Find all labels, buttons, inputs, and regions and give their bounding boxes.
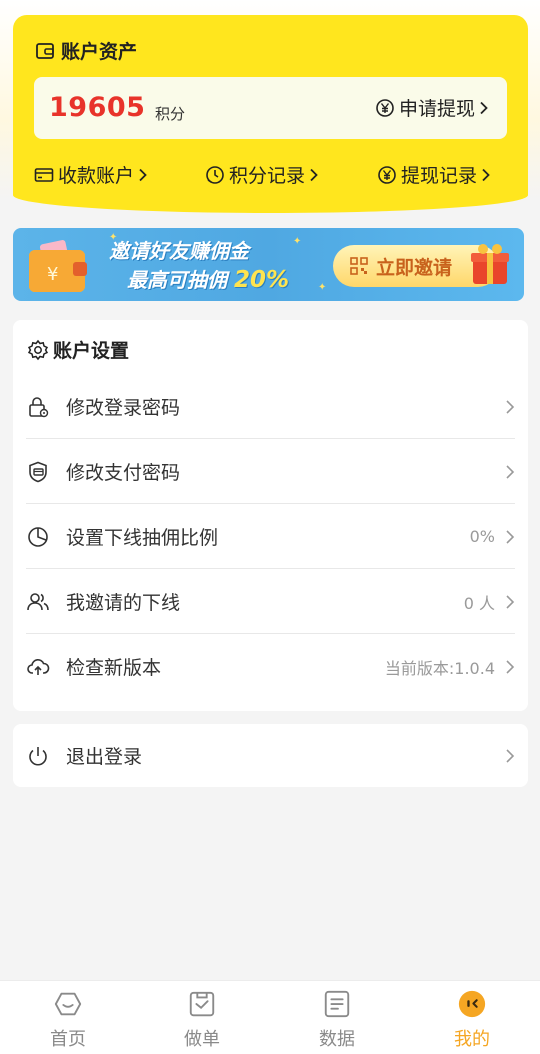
commission-ratio-value: 0% xyxy=(469,527,495,546)
check-new-version-label: 检查新版本 xyxy=(66,657,162,679)
profile-face-icon xyxy=(458,990,486,1018)
banner-percent: 20% xyxy=(233,267,290,293)
logout-label: 退出登录 xyxy=(66,746,143,768)
set-commission-ratio-row[interactable]: 设置下线抽佣比例 0% xyxy=(26,504,515,569)
points-unit: 积分 xyxy=(155,105,186,123)
chevron-right-icon xyxy=(310,168,318,181)
task-icon xyxy=(189,991,215,1017)
tab-home[interactable]: 首页 xyxy=(28,989,108,1051)
chevron-right-icon xyxy=(139,168,147,181)
wallet-icon xyxy=(36,42,54,59)
yuan-icon xyxy=(378,165,396,184)
assets-title: 账户资产 xyxy=(35,37,137,64)
receiving-account-link[interactable]: 收款账户 xyxy=(34,161,148,188)
qr-code-icon xyxy=(350,257,368,275)
chevron-right-icon xyxy=(482,168,490,181)
tab-data[interactable]: 数据 xyxy=(297,989,377,1051)
change-login-password-row[interactable]: 修改登录密码 xyxy=(26,374,515,439)
tab-mine-label: 我的 xyxy=(454,1029,490,1050)
banner-subline-prefix: 最高可抽佣 xyxy=(127,268,227,292)
red-wallet-illustration: ¥ xyxy=(29,240,87,292)
lock-icon xyxy=(29,396,49,417)
cloud-upload-icon xyxy=(27,658,50,675)
account-settings-card: 账户设置 修改登录密码 修改支付密码 设置下线抽佣比例 0% 我邀请的下线 0 … xyxy=(13,320,528,711)
invite-friends-banner[interactable]: ¥ ✦ ✦ ✦ 邀请好友赚佣金 最高可抽佣 20% 立即邀请 xyxy=(13,228,524,301)
receiving-account-label: 收款账户 xyxy=(58,165,135,187)
change-login-password-label: 修改登录密码 xyxy=(66,397,181,419)
set-commission-ratio-label: 设置下线抽佣比例 xyxy=(66,527,219,549)
check-new-version-row[interactable]: 检查新版本 当前版本:1.0.4 xyxy=(26,634,515,699)
points-value: 19605 xyxy=(49,92,146,123)
chevron-right-icon xyxy=(506,464,515,479)
chevron-right-icon xyxy=(506,594,515,609)
app-root: 账户资产 19605 积分 申请提现 收款账户 积分记录 提现记录 ¥ ✦ ✦ … xyxy=(0,0,540,1054)
current-version-value: 当前版本:1.0.4 xyxy=(384,658,495,678)
invite-now-label: 立即邀请 xyxy=(376,256,453,279)
settings-title-text: 账户设置 xyxy=(53,340,130,362)
tab-tasks[interactable]: 做单 xyxy=(162,989,242,1051)
apply-withdraw-label: 申请提现 xyxy=(398,98,475,120)
clock-icon xyxy=(206,165,224,184)
chevron-right-icon xyxy=(506,748,515,763)
sparkle-icon: ✦ xyxy=(318,282,327,293)
chevron-right-icon xyxy=(506,399,515,414)
withdraw-record-label: 提现记录 xyxy=(401,165,478,187)
tab-tasks-label: 做单 xyxy=(184,1029,220,1050)
chevron-right-icon xyxy=(506,659,515,674)
pie-chart-icon xyxy=(28,526,48,547)
shield-card-icon xyxy=(29,461,47,482)
chevron-right-icon xyxy=(506,529,515,544)
withdraw-record-link[interactable]: 提现记录 xyxy=(377,161,491,188)
home-face-icon xyxy=(54,992,82,1016)
yuan-coin-icon xyxy=(376,98,394,117)
card-icon xyxy=(34,167,54,182)
my-downlines-row[interactable]: 我邀请的下线 0 人 xyxy=(26,569,515,634)
gift-box-icon xyxy=(471,244,509,284)
account-assets-card: 账户资产 19605 积分 申请提现 收款账户 积分记录 提现记录 xyxy=(13,15,528,213)
chevron-right-icon xyxy=(480,101,488,114)
document-icon xyxy=(324,990,350,1018)
svg-text:¥: ¥ xyxy=(47,264,58,285)
my-downlines-label: 我邀请的下线 xyxy=(66,592,181,614)
change-payment-password-row[interactable]: 修改支付密码 xyxy=(26,439,515,504)
change-payment-password-label: 修改支付密码 xyxy=(66,462,181,484)
gear-icon xyxy=(27,339,49,360)
sparkle-icon: ✦ xyxy=(293,236,302,247)
power-icon xyxy=(29,746,47,765)
logout-row[interactable]: 退出登录 xyxy=(26,723,515,788)
points-record-link[interactable]: 积分记录 xyxy=(205,161,319,188)
apply-withdraw-button[interactable]: 申请提现 xyxy=(375,94,489,121)
tab-home-label: 首页 xyxy=(50,1029,86,1050)
points-record-label: 积分记录 xyxy=(229,165,306,187)
points-box: 19605 积分 申请提现 xyxy=(34,77,507,139)
downlines-count-value: 0 人 xyxy=(463,593,495,613)
logout-card: 退出登录 xyxy=(13,724,528,787)
users-icon xyxy=(27,592,49,610)
settings-title: 账户设置 xyxy=(27,336,129,363)
banner-headline: 邀请好友赚佣金 xyxy=(109,239,249,263)
quick-links: 收款账户 积分记录 提现记录 xyxy=(34,161,507,189)
bottom-tab-bar: 首页 做单 数据 我的 xyxy=(0,980,540,1054)
banner-subline: 最高可抽佣 20% xyxy=(127,264,289,293)
tab-mine[interactable]: 我的 xyxy=(432,989,512,1051)
assets-title-text: 账户资产 xyxy=(61,41,138,63)
tab-data-label: 数据 xyxy=(319,1029,355,1050)
